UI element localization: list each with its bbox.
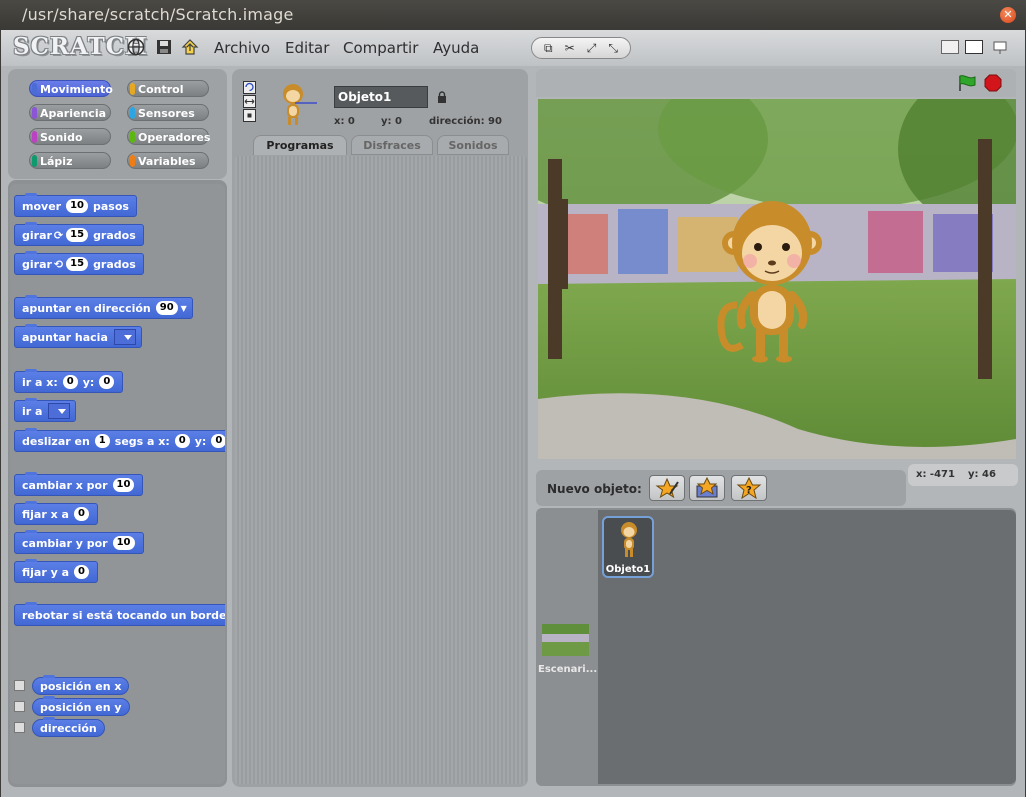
monkey-thumbnail-icon xyxy=(621,522,637,557)
block-deslizar[interactable]: deslizar en 1 segs a x: 0 y: 0 xyxy=(14,428,225,452)
block-ir-a-xy[interactable]: ir a x: 0 y: 0 xyxy=(14,369,124,393)
block-fijar-y[interactable]: fijar y a0 xyxy=(14,559,98,583)
block-cambiar-y[interactable]: cambiar y por 10 xyxy=(14,530,144,554)
category-control[interactable]: Control xyxy=(127,80,209,97)
reporter-direccion[interactable]: dirección xyxy=(32,717,105,737)
normal-stage-layout-icon[interactable] xyxy=(965,40,983,54)
stop-sign-icon[interactable] xyxy=(984,74,1002,92)
sprite-name-field[interactable]: Objeto1 xyxy=(334,86,428,108)
grow-icon[interactable]: ⤢ xyxy=(587,41,597,56)
stamp-icon[interactable]: ⧉ xyxy=(544,41,553,56)
blocks-palette: mover 10 pasos girar ⟳ 15 grados girar ⟲ 15 grad… xyxy=(10,184,225,784)
menu-ayuda[interactable]: Ayuda xyxy=(433,39,479,57)
checkbox-direccion[interactable] xyxy=(14,722,25,733)
category-lapiz[interactable]: Lápiz xyxy=(29,152,111,169)
stage-thumbnail[interactable] xyxy=(542,624,589,656)
category-variables[interactable]: Variables xyxy=(127,152,209,169)
save-icon[interactable] xyxy=(155,38,173,56)
category-sensores[interactable]: Sensores xyxy=(127,104,209,121)
sprite-y: y: 0 xyxy=(381,116,402,127)
sprite-corral xyxy=(598,510,1016,784)
rotate-ccw-icon: ⟲ xyxy=(53,257,64,271)
lock-icon[interactable] xyxy=(437,91,447,103)
block-apuntar-hacia[interactable]: apuntar hacia xyxy=(14,324,142,348)
category-sonido[interactable]: Sonido xyxy=(29,128,111,145)
sprite-thumbnail-objeto1[interactable]: Objeto1 xyxy=(602,516,654,578)
tab-programas[interactable]: Programas xyxy=(253,135,347,155)
category-movimiento[interactable]: Movimiento xyxy=(29,80,113,97)
reporter-posicion-x[interactable]: posición en x xyxy=(32,675,130,695)
mouse-x: x: -471 xyxy=(916,469,955,480)
block-ir-a[interactable]: ir a xyxy=(14,398,77,422)
scissors-icon[interactable]: ✂ xyxy=(565,41,575,55)
block-rebotar[interactable]: rebotar si está tocando un borde xyxy=(14,602,225,626)
block-cambiar-x[interactable]: cambiar x por 10 xyxy=(14,472,144,496)
dropdown[interactable] xyxy=(48,403,71,419)
dropdown[interactable] xyxy=(113,329,136,345)
block-girar-derecha[interactable]: girar ⟳ 15 grados xyxy=(14,222,144,246)
checkbox-posicion-x[interactable] xyxy=(14,680,25,691)
block-girar-izquierda[interactable]: girar ⟲ 15 grados xyxy=(14,251,144,275)
new-sprite-bar: Nuevo objeto: ? xyxy=(536,470,906,506)
globe-icon[interactable] xyxy=(127,38,145,56)
menu-bar: SCRATCH Archivo Editar Compartir Ayuda ⧉… xyxy=(1,30,1025,66)
paint-new-sprite-button[interactable] xyxy=(649,475,685,501)
random-sprite-button[interactable]: ? xyxy=(731,475,767,501)
block-mover-pasos[interactable]: mover 10 pasos xyxy=(14,193,137,217)
reporter-posicion-y[interactable]: posición en y xyxy=(32,696,130,716)
stage-thumbnail-label: Escenari... xyxy=(538,664,598,675)
cursor-tools: ⧉ ✂ ⤢ ⤡ xyxy=(531,37,631,59)
choose-sprite-from-file-button[interactable] xyxy=(689,475,725,501)
block-apuntar-direccion[interactable]: apuntar en dirección 90 ▼ xyxy=(14,295,193,319)
small-stage-layout-icon[interactable] xyxy=(941,40,959,54)
menu-compartir[interactable]: Compartir xyxy=(343,39,418,57)
sprite-thumbnail-label: Objeto1 xyxy=(605,564,651,575)
checkbox-posicion-y[interactable] xyxy=(14,701,25,712)
block-fijar-x[interactable]: fijar x a0 xyxy=(14,501,98,525)
stage-toolbar xyxy=(536,69,1016,97)
sprite-direction: dirección: 90 xyxy=(429,116,502,127)
scripts-area[interactable] xyxy=(235,156,527,784)
mouse-y: y: 46 xyxy=(968,469,996,480)
mouse-coordinates: x: -471 y: 46 xyxy=(908,464,1018,486)
tab-disfraces[interactable]: Disfraces xyxy=(351,135,433,155)
sprite-thumbnail-monkey xyxy=(283,84,317,125)
stage[interactable] xyxy=(538,99,1016,459)
close-window-button[interactable]: ✕ xyxy=(1000,7,1016,23)
svg-text:?: ? xyxy=(746,485,752,496)
sprite-x: x: 0 xyxy=(334,116,355,127)
category-operadores[interactable]: Operadores xyxy=(127,128,210,145)
category-apariencia[interactable]: Apariencia xyxy=(29,104,111,121)
new-sprite-label: Nuevo objeto: xyxy=(547,482,642,496)
share-upload-icon[interactable] xyxy=(181,38,199,56)
window-titlebar: /usr/share/scratch/Scratch.image ✕ xyxy=(0,0,1026,30)
scratch-app: SCRATCH Archivo Editar Compartir Ayuda ⧉… xyxy=(1,30,1025,797)
green-flag-icon[interactable] xyxy=(957,74,977,92)
monkey-sprite[interactable] xyxy=(712,195,832,365)
window-title: /usr/share/scratch/Scratch.image xyxy=(22,5,294,24)
menu-editar[interactable]: Editar xyxy=(285,39,329,57)
shrink-icon[interactable]: ⤡ xyxy=(608,41,618,56)
tab-sonidos[interactable]: Sonidos xyxy=(437,135,509,155)
presentation-mode-icon[interactable] xyxy=(991,40,1009,54)
menu-archivo[interactable]: Archivo xyxy=(214,39,270,57)
rotate-cw-icon: ⟳ xyxy=(53,228,64,242)
